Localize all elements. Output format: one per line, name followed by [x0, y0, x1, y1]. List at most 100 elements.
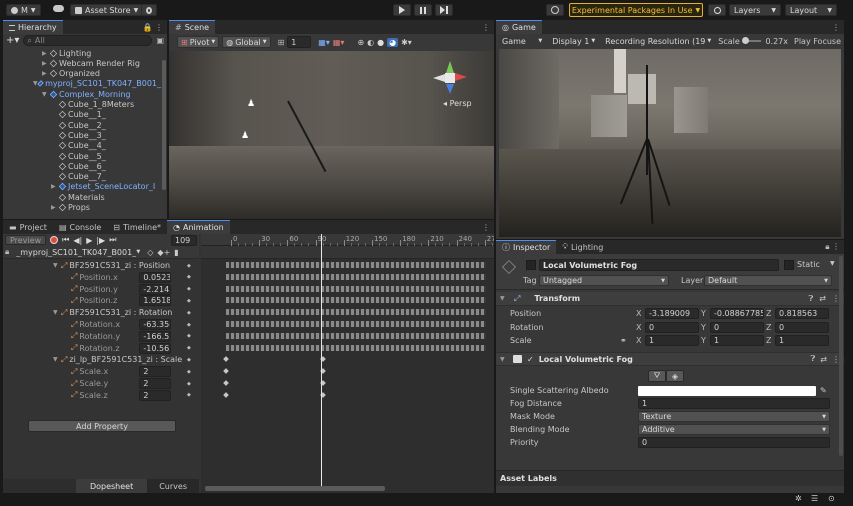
keyframe-strip[interactable]: [226, 332, 486, 339]
snap-toggle-icon[interactable]: ▦▾: [333, 38, 345, 47]
scale-slider[interactable]: [741, 37, 762, 44]
keyframe[interactable]: [223, 368, 229, 375]
dopesheet-scrollbar[interactable]: [205, 486, 385, 491]
keyframe-strip[interactable]: [226, 273, 486, 280]
eyedropper-icon[interactable]: ✎: [820, 386, 827, 395]
game-viewport[interactable]: [499, 49, 841, 237]
hierarchy-menu-button[interactable]: 🔒 ⋮: [138, 20, 167, 34]
record-icon[interactable]: [50, 236, 59, 244]
animation-property-row[interactable]: ▼ ⤢ BF2591C531_zi : Rotation ◆: [3, 307, 199, 318]
grid-toggle-icon[interactable]: ▦▾: [318, 38, 330, 47]
light-gizmo-icon[interactable]: ♟: [241, 131, 249, 141]
cloud-icon[interactable]: [53, 5, 64, 12]
hierarchy-item[interactable]: Materials: [3, 192, 161, 202]
tab-scene[interactable]: # Scene: [169, 20, 216, 34]
animation-property-row[interactable]: ⤢ Rotation.y -166.53 ◆: [3, 330, 199, 342]
transform-position-z-input[interactable]: 0.818563: [775, 308, 829, 319]
edit-cube-button[interactable]: ◈: [666, 370, 684, 382]
global-dropdown[interactable]: ◍ Global ▼: [222, 36, 271, 48]
animation-menu-button[interactable]: ⋮: [478, 220, 494, 234]
object-name-input[interactable]: Local Volumetric Fog: [539, 259, 779, 271]
albedo-color-field[interactable]: [638, 385, 816, 396]
help-icon[interactable]: ❓︎: [808, 294, 813, 304]
tab-curves[interactable]: Curves: [147, 479, 199, 493]
help-icon[interactable]: ❓︎: [810, 354, 815, 364]
step-button[interactable]: [435, 4, 453, 16]
render-mode-icon[interactable]: ⊕: [357, 38, 364, 47]
transform-position-y-input[interactable]: -0.08867785: [710, 308, 764, 319]
scene-visibility-icon[interactable]: ▣: [156, 36, 164, 45]
keyframe-strip[interactable]: [226, 297, 486, 304]
hierarchy-item[interactable]: ▶ Organized: [3, 69, 161, 79]
blending-mode-dropdown[interactable]: Additive ▼: [638, 424, 830, 435]
property-value-input[interactable]: -63.356: [139, 319, 172, 330]
chevron-down-icon[interactable]: ▼: [53, 356, 61, 363]
keyframe-strip[interactable]: [226, 285, 486, 292]
hierarchy-item[interactable]: Cube__6_: [3, 161, 161, 171]
active-checkbox[interactable]: [526, 260, 536, 270]
keyframe-strip[interactable]: [226, 321, 486, 327]
property-value-input[interactable]: 0.05239: [139, 271, 172, 283]
keyframe-toggle-icon[interactable]: ◆: [187, 357, 191, 363]
display-dropdown[interactable]: Display 1 ▼: [549, 36, 598, 47]
transform-rotation-z-input[interactable]: 0: [775, 321, 829, 333]
hierarchy-item[interactable]: Cube__5_: [3, 151, 161, 161]
keyframe-strip[interactable]: [226, 309, 486, 316]
hierarchy-item[interactable]: Cube__4_: [3, 141, 161, 151]
hierarchy-scrollbar[interactable]: [162, 60, 166, 190]
add-property-button[interactable]: Add Property: [28, 420, 176, 432]
hierarchy-item[interactable]: Cube__7_: [3, 172, 161, 182]
inspector-scrollbar[interactable]: [839, 256, 843, 456]
progress-icon[interactable]: ⊙: [828, 494, 835, 503]
property-value-input[interactable]: 2: [139, 366, 172, 378]
tab-inspector[interactable]: ⓘ Inspector: [496, 240, 557, 254]
tag-dropdown[interactable]: Untagged ▼: [539, 275, 669, 286]
tab-dopesheet[interactable]: Dopesheet: [75, 479, 148, 493]
transform-rotation-x-input[interactable]: 0: [645, 321, 699, 333]
keyframe-toggle-icon[interactable]: ◆: [187, 322, 191, 328]
play-icon[interactable]: ▶: [86, 236, 92, 245]
link-icon[interactable]: ⚭: [620, 336, 627, 345]
hierarchy-item[interactable]: Cube__2_: [3, 120, 161, 130]
preset-icon[interactable]: ⇄: [819, 294, 826, 303]
animation-property-row[interactable]: ⤢ Scale.x 2 ◆: [3, 366, 199, 378]
first-key-icon[interactable]: ⏮: [62, 235, 69, 245]
transform-rotation-y-input[interactable]: 0: [710, 321, 764, 333]
scene-viewport[interactable]: ♟ ♟ ◂ Persp: [169, 51, 494, 219]
hierarchy-item[interactable]: Cube__1_: [3, 110, 161, 120]
play-button[interactable]: [393, 4, 411, 16]
keyframe-add-icon[interactable]: ◇: [147, 248, 153, 257]
search-button[interactable]: [708, 4, 726, 16]
animation-property-row[interactable]: ▼ ⤢ BF2591C531_zi : Position ◆: [3, 260, 199, 271]
transform-scale-z-input[interactable]: 1: [775, 335, 829, 346]
event-marker-icon[interactable]: ▮: [174, 248, 178, 257]
transform-position-x-input[interactable]: -3.189009: [645, 308, 699, 319]
keyframe-toggle-icon[interactable]: ◆: [187, 345, 191, 351]
hierarchy-item[interactable]: ▶ Lighting: [3, 48, 161, 58]
property-value-input[interactable]: -2.2143: [139, 283, 172, 295]
scene-menu-button[interactable]: ⋮: [478, 20, 494, 34]
event-strip[interactable]: [201, 246, 494, 259]
edit-shape-button[interactable]: ⛛: [648, 370, 666, 382]
keyframe-toggle-icon[interactable]: ◆: [187, 369, 191, 375]
animation-property-row[interactable]: ⤢ Position.z 1.6518 ◆: [3, 295, 199, 307]
keyframe[interactable]: [223, 356, 229, 363]
mask-mode-dropdown[interactable]: Texture ▼: [638, 411, 830, 422]
shading-wire-icon[interactable]: ◐: [367, 38, 374, 47]
dopesheet-area[interactable]: 0 30 60 90 120 150 180 210 240 270: [201, 234, 494, 493]
chevron-right-icon[interactable]: ▶: [42, 70, 50, 77]
transform-scale-x-input[interactable]: 1: [645, 335, 699, 346]
animation-property-row[interactable]: ⤢ Scale.z 2 ◆: [3, 389, 199, 401]
fog-distance-input[interactable]: 1: [638, 398, 830, 409]
keyframe[interactable]: [223, 391, 229, 398]
transform-scale-y-input[interactable]: 1: [710, 335, 764, 346]
resolution-dropdown[interactable]: Recording Resolution (19 ▼: [602, 36, 714, 47]
history-button[interactable]: [546, 4, 564, 16]
shading-lit-icon[interactable]: ◕: [387, 37, 399, 47]
animation-property-row[interactable]: ⤢ Scale.y 2 ◆: [3, 378, 199, 389]
keyframe[interactable]: [223, 380, 229, 386]
transform-header[interactable]: ▼ ⤢ Transform ❓︎ ⇄ ⋮: [496, 292, 844, 306]
chevron-down-icon[interactable]: ▼: [53, 309, 61, 316]
hierarchy-item[interactable]: Cube_1_8Meters: [3, 100, 161, 110]
settings-button[interactable]: [141, 4, 157, 16]
